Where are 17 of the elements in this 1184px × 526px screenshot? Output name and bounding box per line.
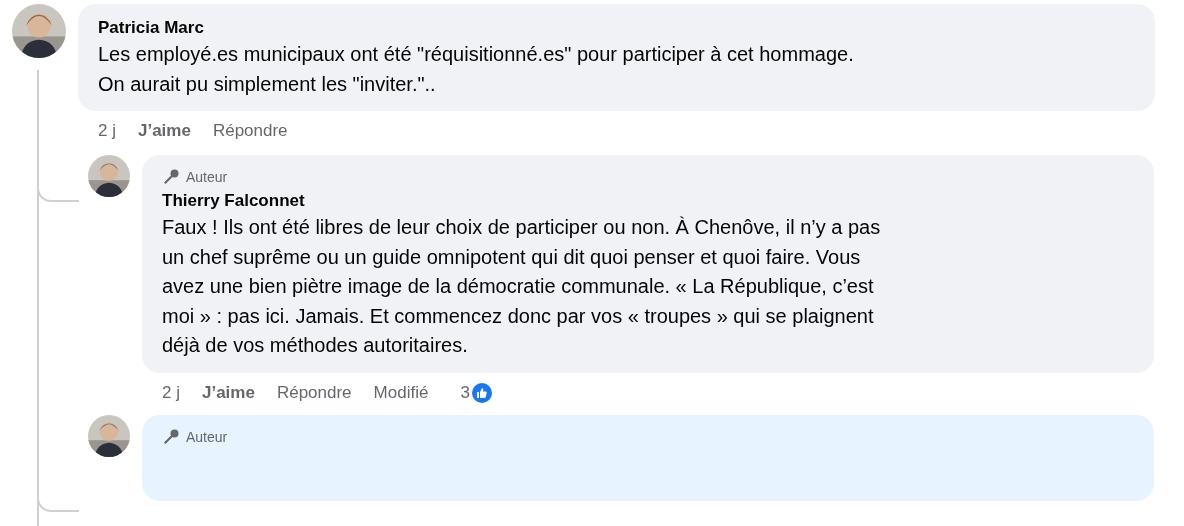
reply-link[interactable]: Répondre <box>276 382 352 403</box>
reaction-count: 3 <box>460 382 470 403</box>
timestamp: 2 j <box>162 382 180 403</box>
author-name: Patricia Marc <box>98 17 205 39</box>
reply-link[interactable]: Répondre <box>212 121 288 141</box>
timestamp: 2 j <box>98 121 116 141</box>
author-label: Auteur <box>186 428 228 445</box>
like-link[interactable]: J’aime <box>201 382 255 403</box>
microphone-icon <box>162 168 180 186</box>
edited-label: Modifié <box>373 382 429 403</box>
like-icon <box>471 382 492 403</box>
author-name: Thierry Falconnet <box>162 190 306 212</box>
like-link[interactable]: J’aime <box>137 121 191 141</box>
microphone-icon <box>162 427 180 446</box>
comment-text: Les employé.es municipaux ont été "réquisitionné.es" pour participer à cet hommage. On aurait pu simplement les "inviter.".. <box>98 42 855 97</box>
author-label: Auteur <box>186 169 228 185</box>
comment-text: Faux ! Ils ont été libres de leur choix de participer ou non. À Chenôve, il n’y a pas un chef suprême ou un guide omnipotent qui dit quoi penser et quoi faire. Vous avez une bien piètre image de la démocratie communale. « La République, c’est moi » : pas ici. Jamais. Et commencez donc par vos « troupes » qui se plaignent déjà de vos méthodes autoritaires. <box>162 215 882 358</box>
